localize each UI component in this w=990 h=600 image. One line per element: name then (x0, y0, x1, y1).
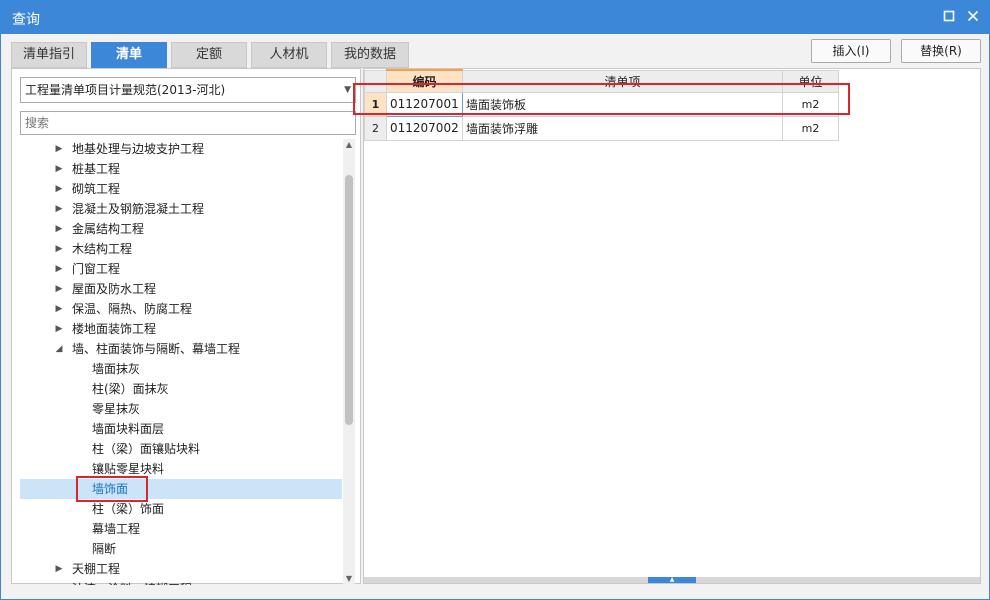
row-number-header (364, 69, 387, 93)
tab-my-data[interactable]: 我的数据 (331, 42, 409, 68)
tree-category-item[interactable]: ▶ 油漆、涂料、裱糊工程 (20, 579, 342, 585)
category-panel: 工程量清单项目计量规范(2013-河北) ▼ ▶ 地基处理与边坡支护工程 ▶ 桩基工程… (11, 68, 361, 585)
collapsed-arrow-icon[interactable]: ▶ (54, 179, 64, 199)
item-name-cell[interactable]: 墙面装饰板 (462, 91, 783, 117)
tree-item-label: 幕墙工程 (92, 522, 141, 536)
tree-item-label: 地基处理与边坡支护工程 (72, 142, 205, 156)
table-row[interactable]: 1 011207001 墙面装饰板 m2 (364, 91, 839, 117)
tree-subcategory-item[interactable]: 柱（梁）面镶贴块料 (20, 439, 342, 459)
chevron-down-icon: ▼ (344, 85, 351, 95)
tree-category-item[interactable]: ▶ 天棚工程 (20, 559, 342, 579)
row-number: 1 (364, 91, 387, 117)
tab-bill[interactable]: 清单 (91, 42, 167, 68)
tree-category-item[interactable]: ▶ 木结构工程 (20, 239, 342, 259)
scroll-up-icon[interactable]: ▲ (343, 139, 355, 151)
title-bar: 查询 (0, 0, 990, 34)
tree-item-label: 柱(梁）面抹灰 (92, 382, 169, 396)
insert-button[interactable]: 插入(I) (811, 39, 891, 63)
bill-grid-panel: 编码 清单项 单位 1 011207001 墙面装饰板 m2 2 0112070… (363, 68, 981, 584)
tab-quota[interactable]: 定额 (171, 42, 247, 68)
bill-table: 编码 清单项 单位 1 011207001 墙面装饰板 m2 2 0112070… (364, 69, 839, 141)
collapsed-arrow-icon[interactable]: ▶ (54, 139, 64, 159)
tree-category-item[interactable]: ▶ 金属结构工程 (20, 219, 342, 239)
spec-select[interactable]: 工程量清单项目计量规范(2013-河北) ▼ (20, 77, 356, 103)
maximize-icon[interactable] (939, 6, 959, 26)
tree-item-label: 金属结构工程 (72, 222, 145, 236)
collapsed-arrow-icon[interactable]: ▶ (54, 299, 64, 319)
tree-item-label: 桩基工程 (72, 162, 121, 176)
tree-item-label: 油漆、涂料、裱糊工程 (72, 579, 192, 585)
scrollbar-thumb[interactable] (345, 175, 353, 425)
tree-category-item[interactable]: ▶ 保温、隔热、防腐工程 (20, 299, 342, 319)
tree-category-item[interactable]: ◢ 墙、柱面装饰与隔断、幕墙工程 (20, 339, 342, 359)
tree-subcategory-item[interactable]: 幕墙工程 (20, 519, 342, 539)
spec-select-value: 工程量清单项目计量规范(2013-河北) (25, 83, 226, 97)
collapsed-arrow-icon[interactable]: ▶ (54, 239, 64, 259)
row-number: 2 (364, 115, 387, 141)
search-input[interactable] (20, 111, 356, 135)
unit-cell[interactable]: m2 (782, 115, 839, 141)
tree-category-item[interactable]: ▶ 混凝土及钢筋混凝土工程 (20, 199, 342, 219)
category-tree: ▶ 地基处理与边坡支护工程 ▶ 桩基工程 ▶ 砌筑工程 ▶ 混凝土及钢筋混凝土工程 ▶ 金属结构工… (20, 139, 342, 585)
column-header-unit[interactable]: 单位 (782, 69, 839, 93)
tree-item-label: 楼地面装饰工程 (72, 322, 157, 336)
code-cell[interactable]: 011207001 (386, 91, 463, 117)
tree-item-label: 门窗工程 (72, 262, 121, 276)
tree-category-item[interactable]: ▶ 地基处理与边坡支护工程 (20, 139, 342, 159)
tree-item-label: 墙面块料面层 (92, 422, 165, 436)
tree-subcategory-item[interactable]: 零星抹灰 (20, 399, 342, 419)
tree-item-label: 柱（梁）面镶贴块料 (92, 442, 201, 456)
tree-item-label: 墙饰面 (92, 482, 129, 496)
collapsed-arrow-icon[interactable]: ▶ (54, 199, 64, 219)
tree-category-item[interactable]: ▶ 砌筑工程 (20, 179, 342, 199)
tree-item-label: 墙面抹灰 (92, 362, 141, 376)
tree-subcategory-item[interactable]: 墙面抹灰 (20, 359, 342, 379)
window-body: 清单指引 清单 定额 人材机 我的数据 插入(I) 替换(R) 工程量清单项目计… (0, 34, 990, 600)
table-row[interactable]: 2 011207002 墙面装饰浮雕 m2 (364, 115, 839, 141)
tree-category-item[interactable]: ▶ 屋面及防水工程 (20, 279, 342, 299)
tree-item-label: 混凝土及钢筋混凝土工程 (72, 202, 205, 216)
collapsed-arrow-icon[interactable]: ▶ (54, 559, 64, 579)
window-title: 查询 (12, 12, 40, 28)
collapsed-arrow-icon[interactable]: ▶ (54, 159, 64, 179)
tree-item-label: 零星抹灰 (92, 402, 141, 416)
tree-subcategory-item[interactable]: 墙面块料面层 (20, 419, 342, 439)
tree-item-label: 镶贴零星块料 (92, 462, 165, 476)
collapsed-arrow-icon[interactable]: ▶ (54, 319, 64, 339)
collapsed-arrow-icon[interactable]: ▶ (54, 279, 64, 299)
column-header-item[interactable]: 清单项 (462, 69, 783, 93)
expanded-arrow-icon[interactable]: ◢ (54, 339, 64, 359)
tree-category-item[interactable]: ▶ 桩基工程 (20, 159, 342, 179)
tree-scrollbar[interactable]: ▲ ▼ (343, 139, 355, 585)
tree-category-item[interactable]: ▶ 门窗工程 (20, 259, 342, 279)
code-cell[interactable]: 011207002 (386, 115, 463, 141)
tree-item-label: 保温、隔热、防腐工程 (72, 302, 193, 316)
collapsed-arrow-icon[interactable]: ▶ (54, 579, 64, 585)
tree-item-label: 天棚工程 (72, 562, 121, 576)
collapse-grip-icon[interactable]: ▲ (648, 577, 696, 583)
item-name-cell[interactable]: 墙面装饰浮雕 (462, 115, 783, 141)
tree-item-label: 木结构工程 (72, 242, 133, 256)
tab-labor-material-machine[interactable]: 人材机 (251, 42, 327, 68)
tree-category-item[interactable]: ▶ 楼地面装饰工程 (20, 319, 342, 339)
tree-subcategory-item[interactable]: 柱(梁）面抹灰 (20, 379, 342, 399)
column-header-code[interactable]: 编码 (386, 69, 463, 93)
collapsed-arrow-icon[interactable]: ▶ (54, 219, 64, 239)
tree-item-label: 柱（梁）饰面 (92, 502, 165, 516)
tree-item-label: 隔断 (92, 542, 117, 556)
replace-button[interactable]: 替换(R) (901, 39, 981, 63)
unit-cell[interactable]: m2 (782, 91, 839, 117)
tree-item-label: 墙、柱面装饰与隔断、幕墙工程 (72, 342, 241, 356)
close-icon[interactable] (963, 6, 983, 26)
tab-bill-guide[interactable]: 清单指引 (11, 42, 87, 68)
tree-subcategory-item[interactable]: 镶贴零星块料 (20, 459, 342, 479)
grid-scrollbar[interactable]: ▲ (364, 577, 980, 583)
tree-subcategory-item[interactable]: 柱（梁）饰面 (20, 499, 342, 519)
collapsed-arrow-icon[interactable]: ▶ (54, 259, 64, 279)
tree-subcategory-item[interactable]: 隔断 (20, 539, 342, 559)
tree-item-label: 砌筑工程 (72, 182, 121, 196)
tree-item-label: 屋面及防水工程 (72, 282, 157, 296)
tree-subcategory-item[interactable]: 墙饰面 (20, 479, 342, 499)
scroll-down-icon[interactable]: ▼ (343, 573, 355, 585)
